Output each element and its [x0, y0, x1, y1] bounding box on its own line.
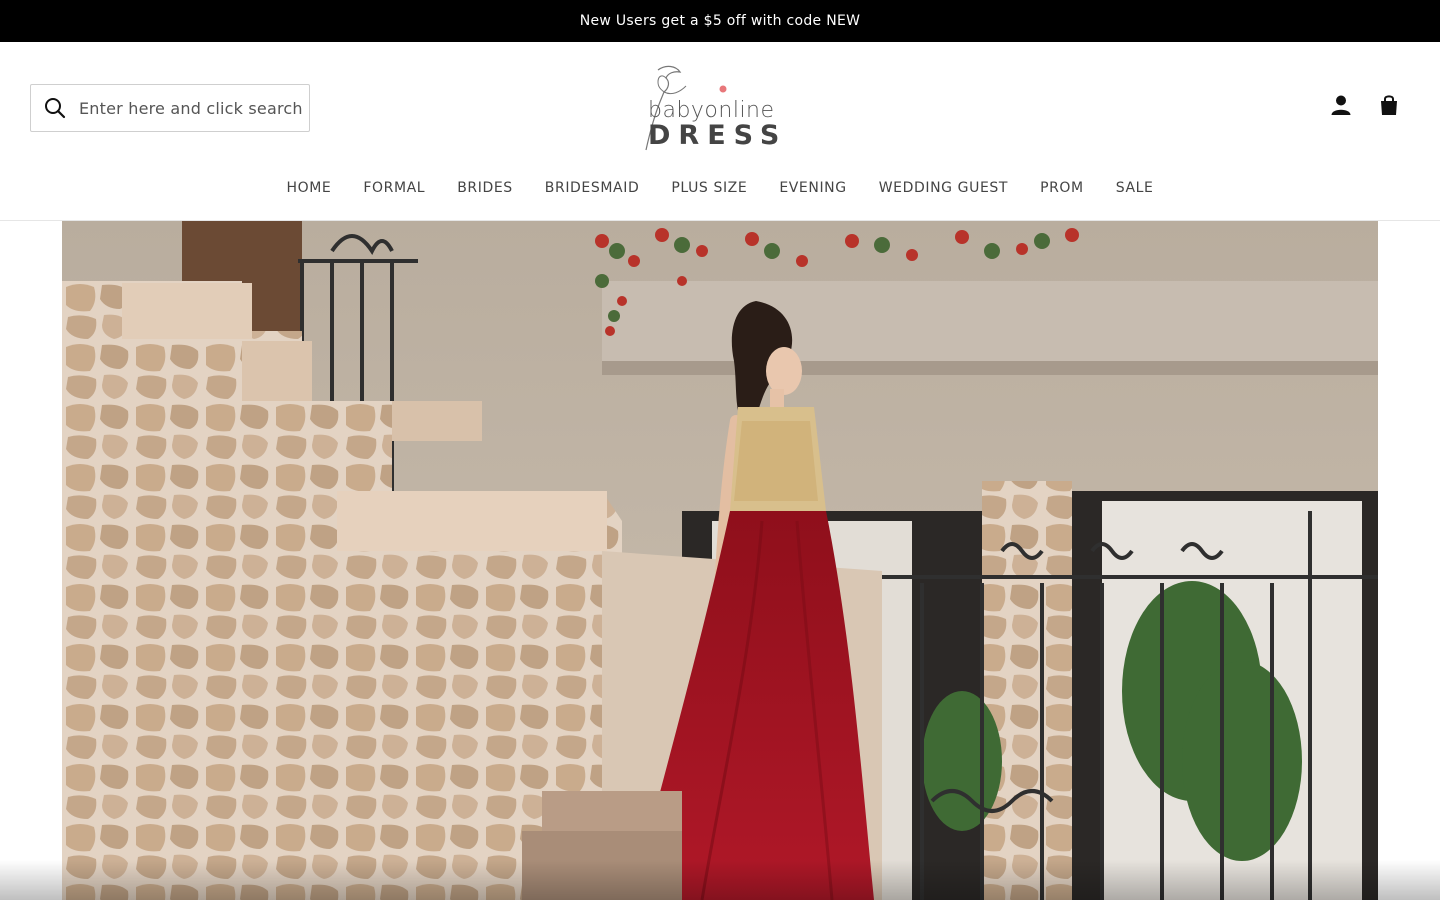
search-icon[interactable]	[31, 85, 79, 131]
nav-item-brides[interactable]: BRIDES	[457, 176, 513, 200]
user-icon[interactable]	[1330, 94, 1352, 116]
search-input[interactable]	[79, 88, 305, 128]
logo[interactable]: babyonline DRESS	[636, 62, 806, 154]
hero-image	[62, 221, 1378, 900]
announcement-bar: New Users get a $5 off with code NEW	[0, 0, 1440, 42]
shopping-bag-icon[interactable]	[1378, 94, 1400, 116]
nav-item-home[interactable]: HOME	[286, 176, 331, 200]
header-icons	[1330, 94, 1400, 116]
site-header: babyonline DRESS HOME FORMAL BRIDES BRID…	[0, 42, 1440, 221]
announcement-text: New Users get a $5 off with code NEW	[579, 13, 861, 29]
nav-item-sale[interactable]: SALE	[1116, 176, 1154, 200]
nav-item-plus-size[interactable]: PLUS SIZE	[671, 176, 747, 200]
logo-dot	[719, 85, 727, 93]
nav-item-bridesmaid[interactable]: BRIDESMAID	[545, 176, 640, 200]
nav-item-prom[interactable]: PROM	[1040, 176, 1084, 200]
main-nav: HOME FORMAL BRIDES BRIDESMAID PLUS SIZE …	[0, 176, 1440, 200]
search-box[interactable]	[30, 84, 310, 132]
hero-banner[interactable]	[62, 221, 1378, 900]
nav-item-formal[interactable]: FORMAL	[363, 176, 425, 200]
logo-text-bottom: DRESS	[648, 120, 788, 151]
nav-item-evening[interactable]: EVENING	[779, 176, 846, 200]
nav-item-wedding-guest[interactable]: WEDDING GUEST	[879, 176, 1008, 200]
